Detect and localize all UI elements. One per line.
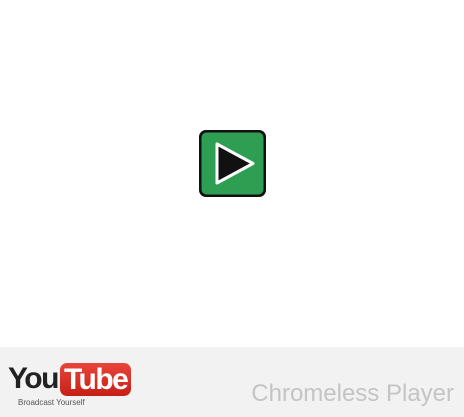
logo-tube-box: Tube bbox=[59, 362, 132, 396]
youtube-wordmark: You Tube bbox=[8, 361, 132, 397]
play-button[interactable] bbox=[198, 129, 267, 198]
video-area[interactable] bbox=[0, 0, 464, 347]
logo-tube-text: Tube bbox=[63, 362, 129, 396]
play-icon bbox=[199, 130, 266, 197]
logo-you-text: You bbox=[8, 362, 59, 395]
logo-tagline: Broadcast Yourself bbox=[18, 398, 85, 407]
youtube-logo[interactable]: You Tube Broadcast Yourself bbox=[8, 361, 132, 409]
footer-bar: You Tube Broadcast Yourself Chromeless P… bbox=[0, 347, 464, 417]
chromeless-player: You Tube Broadcast Yourself Chromeless P… bbox=[0, 0, 464, 417]
player-title: Chromeless Player bbox=[251, 380, 454, 407]
